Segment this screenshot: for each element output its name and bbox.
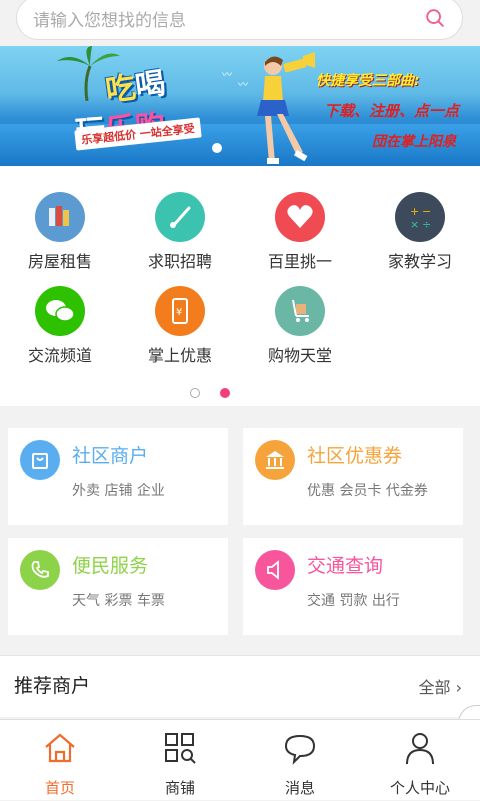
phone-icon [20, 550, 60, 590]
banner-steps-title: 快捷享受三部曲: [316, 73, 420, 89]
banner-indicator-dot [212, 143, 222, 153]
pager-indicator [188, 388, 248, 402]
category-discounts[interactable]: ¥ 掌上优惠 [120, 286, 240, 376]
view-all-link[interactable]: 全部 › [418, 674, 462, 698]
category-label: 购物天堂 [267, 346, 332, 365]
card-subtitle: 优惠 会员卡 代金券 [307, 483, 428, 499]
wechat-icon [35, 286, 85, 336]
pager-dot-active[interactable] [220, 388, 230, 398]
search-placeholder: 请输入您想找的信息 [33, 10, 186, 31]
view-all-label: 全部 [418, 678, 451, 697]
category-dating[interactable]: 百里挑一 [240, 192, 360, 282]
tab-label: 商铺 [164, 779, 195, 797]
bottom-tab-bar: 首页 商铺 消息 个人中心 [0, 719, 480, 800]
bag-icon [20, 440, 60, 480]
cart-icon [275, 286, 325, 336]
category-house-rental[interactable]: 房屋租售 [0, 192, 120, 282]
svg-text:÷: ÷ [422, 218, 431, 231]
phone-yen-icon: ¥ [155, 286, 205, 336]
card-convenience-services[interactable]: 便民服务 天气 彩票 车票 [8, 538, 228, 635]
card-subtitle: 外卖 店铺 企业 [72, 483, 165, 499]
tab-label: 首页 [44, 779, 75, 797]
search-area: 请输入您想找的信息 [0, 0, 480, 46]
category-label: 掌上优惠 [147, 346, 212, 365]
search-input[interactable]: 请输入您想找的信息 [16, 0, 463, 40]
chevron-right-icon: › [455, 678, 462, 697]
card-title: 社区商户 [72, 445, 149, 467]
card-community-merchants[interactable]: 社区商户 外卖 店铺 企业 [8, 428, 228, 525]
search-icon[interactable] [424, 7, 446, 29]
calculator-icon: + − × ÷ [395, 192, 445, 242]
category-label: 交流频道 [27, 346, 92, 365]
tab-home[interactable]: 首页 [0, 720, 120, 801]
tab-shops[interactable]: 商铺 [120, 720, 240, 801]
banner-steps-sub: 団在掌上阳泉 [372, 134, 456, 150]
card-title: 交通查询 [307, 555, 384, 577]
girl-megaphone-figure [257, 52, 315, 164]
message-icon [284, 734, 316, 765]
home-icon [45, 733, 75, 763]
card-community-coupons[interactable]: 社区优惠券 优惠 会员卡 代金券 [243, 428, 463, 525]
bird-icon: 〰 [222, 70, 232, 81]
category-label: 百里挑一 [267, 252, 332, 271]
card-subtitle: 交通 罚款 出行 [307, 593, 400, 609]
tab-label: 消息 [284, 779, 315, 797]
banner-steps: 下载、注册、点一点 [324, 102, 460, 120]
svg-text:×: × [410, 218, 419, 231]
pager-dot[interactable] [190, 388, 200, 398]
category-label: 家教学习 [387, 252, 452, 271]
shops-icon [165, 733, 196, 764]
promo-banner[interactable]: 吃喝 玩乐购 乐享超低价 一站全享受 〰 〰 快捷享受三部曲: 下载、注册、点一… [0, 46, 480, 166]
card-subtitle: 天气 彩票 车票 [72, 593, 165, 609]
bank-icon [255, 440, 295, 480]
card-traffic-inquiry[interactable]: 交通查询 交通 罚款 出行 [243, 538, 463, 635]
service-cards: 社区商户 外卖 店铺 企业 社区优惠券 优惠 会员卡 代金券 便民服务 天气 彩… [0, 420, 480, 645]
user-icon [406, 733, 434, 765]
tab-label: 个人中心 [389, 779, 450, 797]
card-title: 社区优惠券 [307, 445, 403, 467]
category-label: 求职招聘 [147, 252, 212, 271]
books-icon [35, 192, 85, 242]
svg-text:¥: ¥ [176, 307, 182, 318]
category-grid: 房屋租售 求职招聘 百里挑一 + − × ÷ 家教学习 交流频道 ¥ 掌上优惠 购物天 [0, 166, 480, 406]
speaker-icon [255, 550, 295, 590]
category-shopping[interactable]: 购物天堂 [240, 286, 360, 376]
section-title: 推荐商户 [14, 675, 91, 697]
recommended-merchants-header: 推荐商户 全部 › [0, 655, 480, 717]
category-chat[interactable]: 交流频道 [0, 286, 120, 376]
svg-text:−: − [422, 205, 431, 218]
category-tutoring[interactable]: + − × ÷ 家教学习 [360, 192, 480, 282]
category-jobs[interactable]: 求职招聘 [120, 192, 240, 282]
heart-icon [275, 192, 325, 242]
tab-messages[interactable]: 消息 [240, 720, 360, 801]
brush-icon [155, 192, 205, 242]
svg-text:+: + [410, 205, 419, 218]
tab-profile[interactable]: 个人中心 [360, 720, 480, 801]
category-label: 房屋租售 [27, 252, 92, 271]
card-title: 便民服务 [72, 555, 149, 577]
